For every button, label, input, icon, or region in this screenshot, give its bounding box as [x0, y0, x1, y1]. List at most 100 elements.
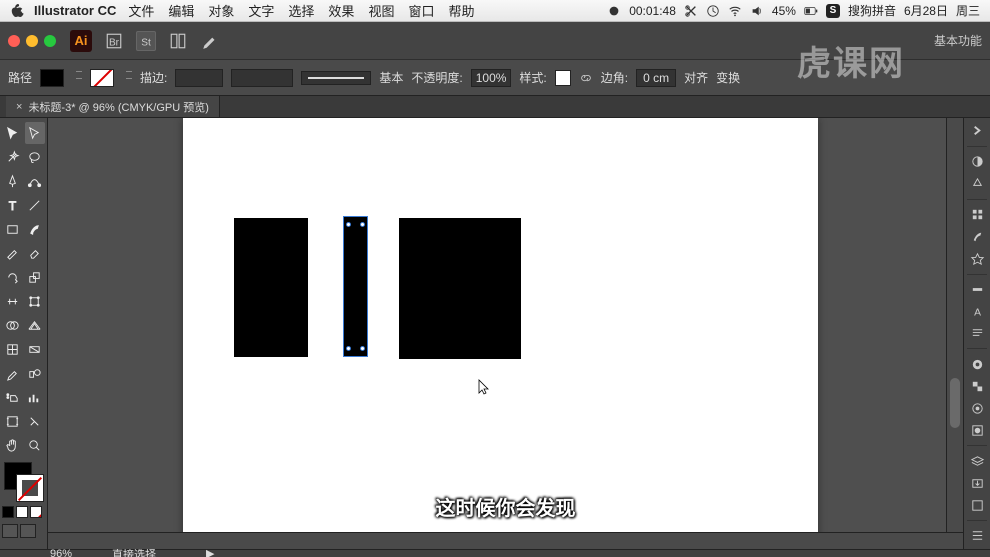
tool-rectangle[interactable]	[2, 218, 23, 240]
menu-view[interactable]: 视图	[368, 1, 394, 20]
panel-transparency-icon[interactable]	[968, 377, 986, 395]
tool-slice[interactable]	[25, 410, 46, 432]
window-minimize-button[interactable]	[26, 35, 38, 47]
panel-stroke-icon[interactable]	[968, 281, 986, 299]
menu-help[interactable]: 帮助	[448, 1, 474, 20]
tool-rotate[interactable]	[2, 266, 23, 288]
tool-pen[interactable]	[2, 170, 23, 192]
tool-hand[interactable]	[2, 434, 23, 456]
tool-eraser[interactable]	[25, 242, 46, 264]
stroke-width-field[interactable]	[231, 69, 293, 87]
menu-window[interactable]: 窗口	[408, 1, 434, 20]
tool-line[interactable]	[25, 194, 46, 216]
panel-layers-icon[interactable]	[968, 452, 986, 470]
scrollbar-vertical[interactable]	[946, 118, 963, 532]
transform-label[interactable]: 变换	[716, 69, 740, 86]
tool-free-transform[interactable]	[25, 290, 46, 312]
tool-artboard[interactable]	[2, 410, 23, 432]
tool-scale[interactable]	[25, 266, 46, 288]
tool-magic-wand[interactable]	[2, 146, 23, 168]
panel-appearance-icon[interactable]	[968, 399, 986, 417]
stroke-swatch-large[interactable]	[16, 474, 44, 502]
tool-zoom[interactable]	[25, 434, 46, 456]
tool-direct-selection[interactable]	[25, 122, 46, 144]
tool-gradient[interactable]	[25, 338, 46, 360]
screen-mode-normal[interactable]	[2, 524, 18, 538]
stroke-weight-field[interactable]	[175, 69, 223, 87]
artboard[interactable]	[183, 118, 818, 549]
panel-collapse-icon[interactable]	[968, 122, 986, 140]
document-tab[interactable]: × 未标题-3* @ 96% (CMYK/GPU 预览)	[6, 96, 220, 117]
tool-curvature[interactable]	[25, 170, 46, 192]
corner-value[interactable]: 0 cm	[636, 69, 676, 87]
window-zoom-button[interactable]	[44, 35, 56, 47]
brush-definition[interactable]	[301, 71, 371, 85]
tool-symbol-sprayer[interactable]	[2, 386, 23, 408]
dropdown-icon[interactable]	[126, 71, 132, 84]
panel-asset-export-icon[interactable]	[968, 474, 986, 492]
menu-type[interactable]: 文字	[248, 1, 274, 20]
tool-shaper[interactable]	[2, 242, 23, 264]
tool-lasso[interactable]	[25, 146, 46, 168]
screen-mode-full[interactable]	[20, 524, 36, 538]
link-icon[interactable]	[579, 71, 593, 85]
shape-rect-1[interactable]	[234, 218, 308, 357]
tool-eyedropper[interactable]	[2, 362, 23, 384]
color-mode-solid[interactable]	[2, 506, 14, 518]
menu-select[interactable]: 选择	[288, 1, 314, 20]
bridge-icon[interactable]: Br	[104, 31, 124, 51]
align-label[interactable]: 对齐	[684, 69, 708, 86]
close-icon[interactable]: ×	[16, 101, 22, 113]
scissors-icon[interactable]	[684, 4, 698, 18]
status-ime[interactable]: 搜狗拼音	[848, 2, 896, 19]
panel-color-guide-icon[interactable]	[968, 175, 986, 193]
app-name[interactable]: Illustrator CC	[34, 3, 116, 18]
menu-object[interactable]: 对象	[208, 1, 234, 20]
menu-file[interactable]: 文件	[128, 1, 154, 20]
volume-icon[interactable]	[750, 4, 764, 18]
ime-badge-icon[interactable]: S	[826, 4, 840, 18]
fill-swatch[interactable]	[40, 69, 64, 87]
panel-swatches-icon[interactable]	[968, 206, 986, 224]
stroke-swatch[interactable]	[90, 69, 114, 87]
shape-rect-3[interactable]	[399, 218, 521, 359]
panel-artboards-icon[interactable]	[968, 496, 986, 514]
panel-brushes-icon[interactable]	[968, 228, 986, 246]
wifi-icon[interactable]	[728, 4, 742, 18]
paint-icon[interactable]	[200, 31, 220, 51]
panel-libraries-icon[interactable]	[968, 527, 986, 545]
shape-rect-2-selected[interactable]	[343, 216, 368, 357]
tool-perspective-grid[interactable]	[25, 314, 46, 336]
clock-icon[interactable]	[706, 4, 720, 18]
canvas-area[interactable]: 这时候你会发现	[48, 118, 963, 549]
tool-width[interactable]	[2, 290, 23, 312]
menu-edit[interactable]: 编辑	[168, 1, 194, 20]
panel-gradient-icon[interactable]	[968, 355, 986, 373]
color-mode-none[interactable]	[30, 506, 42, 518]
panel-character-icon[interactable]: A	[968, 303, 986, 321]
panel-color-icon[interactable]	[968, 153, 986, 171]
window-close-button[interactable]	[8, 35, 20, 47]
panel-symbols-icon[interactable]	[968, 250, 986, 268]
arrange-icon[interactable]	[168, 31, 188, 51]
panel-graphic-styles-icon[interactable]	[968, 421, 986, 439]
panel-paragraph-icon[interactable]	[968, 325, 986, 343]
scrollbar-horizontal[interactable]	[48, 532, 963, 549]
style-swatch[interactable]	[555, 70, 571, 86]
color-mode-gradient[interactable]	[16, 506, 28, 518]
opacity-value[interactable]: 100%	[471, 69, 512, 87]
stock-icon[interactable]: St	[136, 31, 156, 51]
tool-shape-builder[interactable]	[2, 314, 23, 336]
tool-type[interactable]: T	[2, 194, 23, 216]
right-panel-dock: A	[963, 118, 990, 549]
tool-paintbrush[interactable]	[25, 218, 46, 240]
tool-mesh[interactable]	[2, 338, 23, 360]
fill-stroke-swatches[interactable]	[2, 462, 45, 504]
tool-blend[interactable]	[25, 362, 46, 384]
scrollbar-thumb[interactable]	[950, 378, 960, 428]
dropdown-icon[interactable]	[76, 71, 82, 84]
tool-column-graph[interactable]	[25, 386, 46, 408]
workspace-switcher[interactable]: 基本功能	[934, 32, 982, 49]
menu-effect[interactable]: 效果	[328, 1, 354, 20]
tool-selection[interactable]	[2, 122, 23, 144]
